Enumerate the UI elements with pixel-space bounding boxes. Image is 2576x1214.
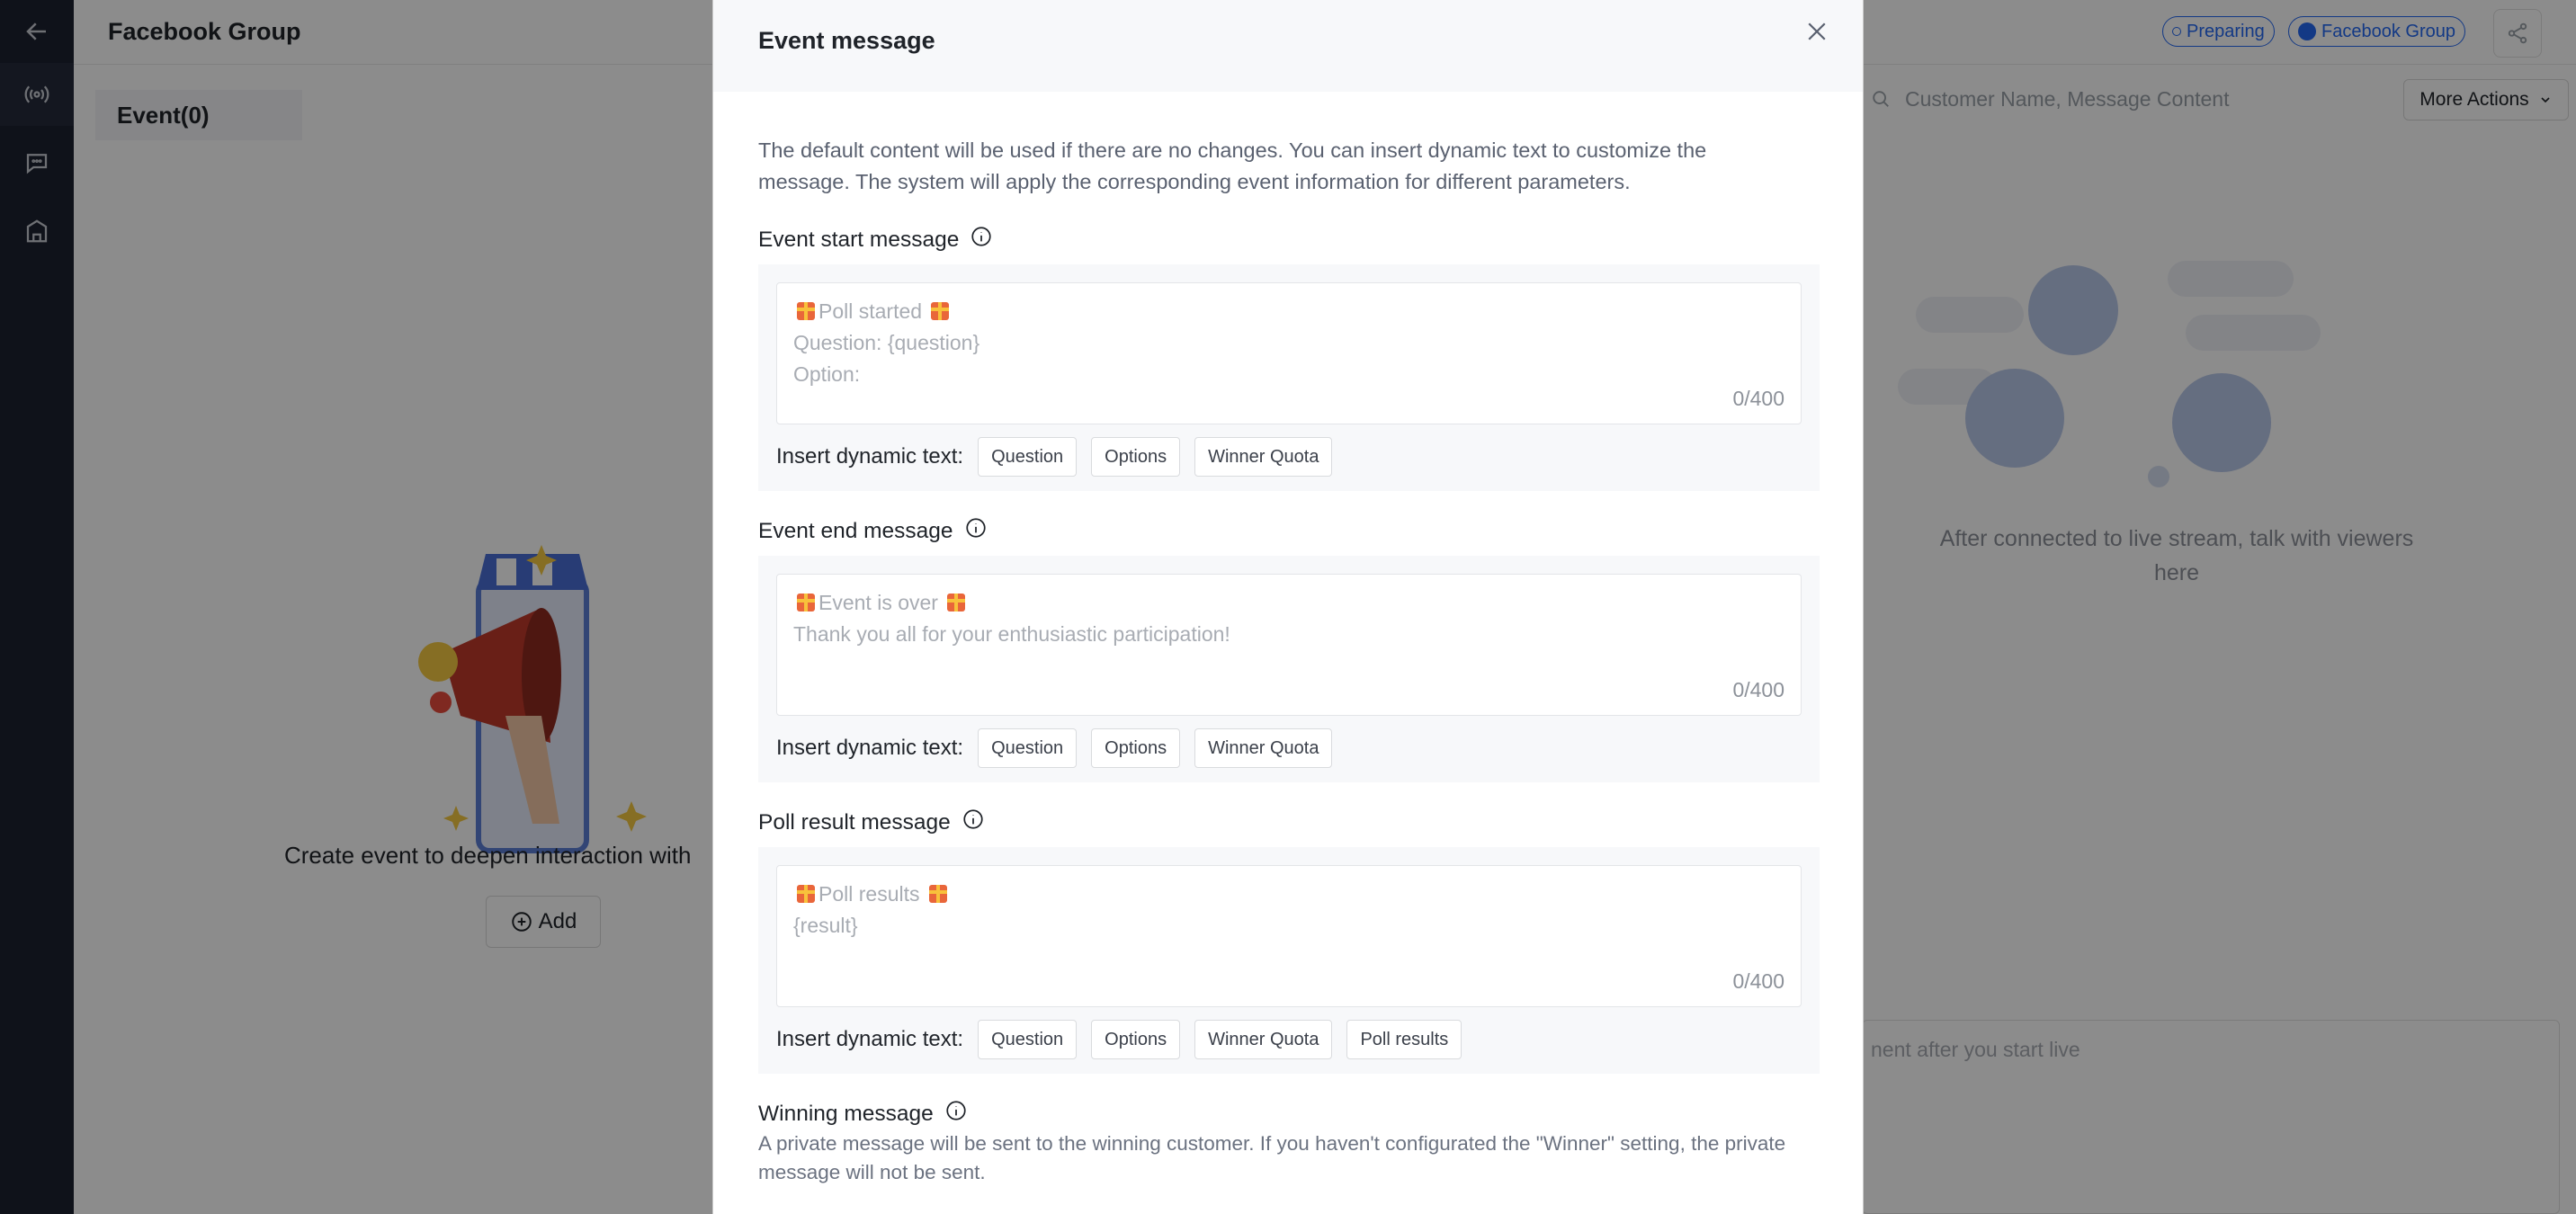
char-counter: 0/400 (1732, 969, 1784, 993)
dynamic-text-row: Insert dynamic text: Question Options Wi… (776, 1020, 1462, 1059)
info-icon[interactable] (962, 808, 985, 837)
gift-icon (931, 302, 950, 320)
section-event-start: Poll started Question: {question} Option… (758, 264, 1820, 491)
chip-winner-quota[interactable]: Winner Quota (1194, 1020, 1333, 1059)
chip-options[interactable]: Options (1091, 728, 1181, 768)
char-counter: 0/400 (1732, 387, 1784, 410)
chip-options[interactable]: Options (1091, 1020, 1181, 1059)
gift-icon (797, 594, 815, 611)
section-event-start-label: Event start message (758, 225, 993, 254)
section-winning-label: Winning message (758, 1099, 968, 1129)
gift-icon (947, 594, 966, 611)
chip-question[interactable]: Question (978, 728, 1078, 768)
modal-title: Event message (758, 27, 935, 54)
poll-result-textarea[interactable]: Poll results {result} 0/400 (776, 865, 1802, 1007)
gift-icon (928, 885, 947, 903)
chip-options[interactable]: Options (1091, 437, 1181, 477)
gift-icon (797, 885, 815, 903)
event-end-textarea[interactable]: Event is over Thank you all for your ent… (776, 574, 1802, 716)
info-icon[interactable] (970, 225, 993, 254)
section-event-end: Event is over Thank you all for your ent… (758, 556, 1820, 782)
winning-description: A private message will be sent to the wi… (758, 1132, 1786, 1183)
section-poll-result-label: Poll result message (758, 808, 985, 837)
chip-winner-quota[interactable]: Winner Quota (1194, 437, 1333, 477)
char-counter: 0/400 (1732, 678, 1784, 701)
info-icon[interactable] (964, 516, 988, 546)
gift-icon (797, 302, 815, 320)
modal-description: The default content will be used if ther… (758, 138, 1707, 193)
chip-question[interactable]: Question (978, 1020, 1078, 1059)
modal-header: Event message (713, 0, 1863, 92)
section-event-end-label: Event end message (758, 516, 988, 546)
section-poll-result: Poll results {result} 0/400 Insert dynam… (758, 847, 1820, 1074)
dynamic-text-row: Insert dynamic text: Question Options Wi… (776, 728, 1333, 768)
event-start-textarea[interactable]: Poll started Question: {question} Option… (776, 282, 1802, 424)
info-icon[interactable] (944, 1099, 968, 1129)
chip-winner-quota[interactable]: Winner Quota (1194, 728, 1333, 768)
dynamic-text-row: Insert dynamic text: Question Options Wi… (776, 437, 1333, 477)
event-message-modal: Event message The default content will b… (712, 0, 1864, 1214)
chip-poll-results[interactable]: Poll results (1346, 1020, 1462, 1059)
chip-question[interactable]: Question (978, 437, 1078, 477)
close-icon[interactable] (1803, 18, 1830, 45)
